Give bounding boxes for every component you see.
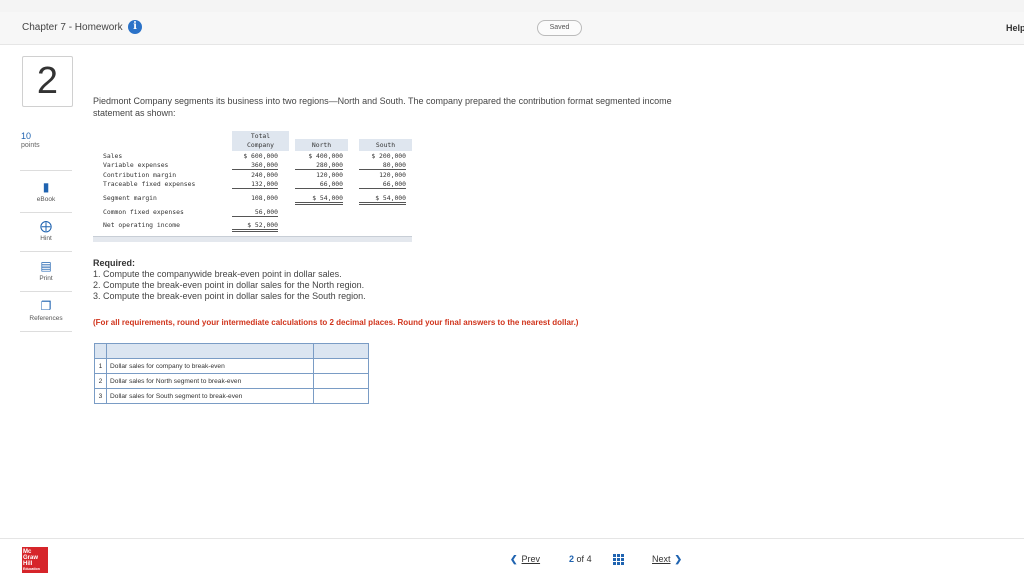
row-label-segment-margin: Segment margin [103,194,157,202]
traceable-total: 132,000 [232,180,278,189]
segment-margin-south: $ 54,000 [359,194,406,205]
sales-south: $ 200,000 [371,152,406,160]
chevron-right-icon: ❯ [674,554,683,564]
row-label-contribution-margin: Contribution margin [103,171,177,179]
answer-row-number: 3 [93,388,108,404]
printer-icon: ▤ [40,259,52,273]
cm-north: 120,000 [316,171,343,179]
answer-row-description: Dollar sales for South segment to break-… [106,388,314,404]
assignment-header: Chapter 7 - Homework i Saved Help [0,12,1024,45]
sidebar-divider [20,291,72,292]
hint-label: Hint [40,235,52,242]
points-label: points [21,142,40,149]
sidebar-divider [20,251,72,252]
points-value: 10 [21,131,32,141]
saved-status-badge: Saved [537,20,582,36]
next-label: Next [652,554,671,564]
question-intro: Piedmont Company segments its business i… [93,96,672,118]
variable-south: 80,000 [359,161,406,170]
answer-input-south[interactable] [312,388,370,404]
required-item-2: 2. Compute the break-even point in dolla… [93,280,365,290]
required-section: Required: 1. Compute the companywide bre… [93,258,366,302]
prev-label: Prev [521,554,541,564]
answer-row-number: 1 [93,358,108,374]
net-operating-income-total: $ 52,000 [232,221,278,232]
assignment-title: Chapter 7 - Homework [22,22,123,33]
row-label-traceable-fixed: Traceable fixed expenses [103,180,196,188]
sales-total: $ 600,000 [243,152,278,160]
info-icon[interactable]: i [128,20,142,34]
col-header-company: Company [247,141,274,149]
answer-row-description: Dollar sales for North segment to break-… [106,373,314,389]
sidebar-divider [20,170,72,171]
variable-north: 280,000 [295,161,343,170]
required-title: Required: [93,258,136,268]
cm-south: 120,000 [379,171,406,179]
col-header-total: Total [250,132,271,140]
table-row: 1 Dollar sales for company to break-even [93,358,370,374]
mcgraw-hill-logo: Mc Graw Hill Education [22,547,48,573]
hint-button[interactable]: ⨁ Hint [20,219,72,242]
ebook-button[interactable]: ▮ eBook [20,180,72,203]
answer-input-company[interactable] [312,358,370,374]
segment-margin-total: 108,000 [251,194,278,202]
answer-table: 1 Dollar sales for company to break-even… [93,343,370,404]
table-row: 2 Dollar sales for North segment to brea… [93,373,370,389]
common-fixed-total: 56,000 [232,208,278,217]
print-label: Print [39,275,53,282]
row-label-sales: Sales [103,152,123,160]
hint-icon: ⨁ [40,219,52,233]
answer-table-header [93,343,370,359]
grid-icon[interactable] [613,554,624,565]
browser-top-strip [0,0,1024,12]
required-item-1: 1. Compute the companywide break-even po… [93,269,342,279]
row-label-common-fixed: Common fixed expenses [103,208,184,216]
segment-margin-north: $ 54,000 [295,194,343,205]
footer-bar: Mc Graw Hill Education ❮ Prev 2 of 4 Next… [0,538,1024,575]
row-label-net-operating-income: Net operating income [103,221,180,229]
segmented-income-statement: Total Company North South Sales $ 600,00… [93,131,412,242]
page-of: of [576,554,585,564]
prev-button[interactable]: ❮ Prev [506,554,540,565]
traceable-north: 66,000 [295,180,343,189]
statement-scrollbar[interactable] [93,236,412,242]
print-button[interactable]: ▤ Print [20,259,72,282]
answer-row-number: 2 [93,373,108,389]
page-total: 4 [586,554,592,564]
required-item-3: 3. Compute the break-even point in dolla… [93,291,366,301]
col-header-south: South [375,141,396,149]
book-icon: ▮ [42,180,50,194]
references-label: References [29,315,63,322]
chevron-left-icon: ❮ [510,554,518,564]
answer-input-north[interactable] [312,373,370,389]
col-header-north: North [311,141,332,149]
sales-north: $ 400,000 [308,152,343,160]
table-row: 3 Dollar sales for South segment to brea… [93,388,370,404]
next-button[interactable]: Next ❯ [652,554,686,565]
references-button[interactable]: ❐ References [20,299,72,322]
page-current: 2 [569,554,575,564]
sidebar-divider [20,212,72,213]
answer-row-description: Dollar sales for company to break-even [106,358,314,374]
question-number: 2 [22,56,73,107]
cm-total: 240,000 [251,171,278,179]
traceable-south: 66,000 [359,180,406,189]
help-link[interactable]: Help [1006,23,1024,33]
row-label-variable-expenses: Variable expenses [103,161,169,169]
references-icon: ❐ [40,299,52,313]
variable-total: 360,000 [232,161,278,170]
sidebar-divider [20,331,72,332]
ebook-label: eBook [36,196,56,203]
rounding-instructions: (For all requirements, round your interm… [93,318,579,327]
page-indicator: 2 of 4 [569,554,592,564]
